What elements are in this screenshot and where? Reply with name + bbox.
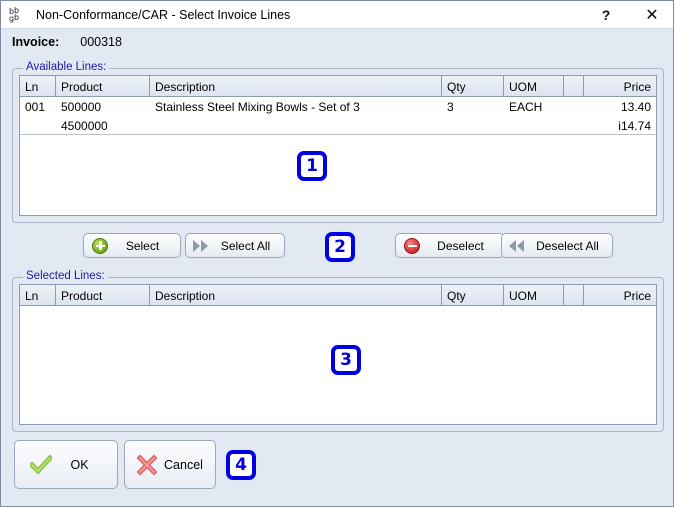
select-button[interactable]: Select [83,233,181,258]
column-header-ln[interactable]: Ln [20,285,56,305]
ok-button-label: OK [70,457,89,472]
annotation-badge-1: 1 [297,151,327,181]
selected-grid-header: Ln Product Description Qty UOM Price [20,285,656,306]
available-lines-grid[interactable]: Ln Product Description Qty UOM Price 001… [19,75,657,216]
select-invoice-lines-dialog: b b g b Non-Conformance/CAR - Select Inv… [0,0,674,507]
column-header-ln[interactable]: Ln [20,76,56,96]
column-header-blank[interactable] [564,76,584,96]
cell-uom: EACH [509,100,543,114]
cell-product: 4500000 [61,118,108,133]
green-plus-circle-icon [91,237,109,255]
window-title: Non-Conformance/CAR - Select Invoice Lin… [36,7,291,22]
cell-product: 500000 [61,100,102,114]
select-all-button-label: Select All [220,238,271,253]
ok-button[interactable]: OK [14,440,118,489]
cell-qty: 3 [447,100,454,114]
cell-description [150,116,442,134]
double-chevron-left-icon [509,237,527,255]
available-lines-group: Available Lines: Ln Product Description … [12,61,664,223]
deselect-button-label: Deselect [437,238,484,253]
invoice-label: Invoice: [12,34,60,49]
title-bar: b b g b Non-Conformance/CAR - Select Inv… [1,1,673,29]
available-grid-header: Ln Product Description Qty UOM Price [20,76,656,97]
cancel-button-label: Cancel [164,457,203,472]
deselect-button[interactable]: Deselect [395,233,505,258]
column-header-description[interactable]: Description [150,285,442,305]
column-header-qty[interactable]: Qty [442,76,504,96]
column-header-description[interactable]: Description [150,76,442,96]
annotation-badge-3: 3 [331,345,361,375]
table-row[interactable]: 4500000 i14.74 [20,116,656,135]
cell-uom [504,116,564,134]
help-button[interactable]: ? [583,1,629,28]
red-x-icon [136,453,158,476]
select-all-button[interactable]: Select All [185,233,285,258]
close-button[interactable]: ✕ [629,1,673,28]
select-button-label: Select [125,238,160,253]
invoice-number-value: 000318 [80,34,122,49]
deselect-all-button-label: Deselect All [536,238,599,253]
cancel-button[interactable]: Cancel [124,440,216,489]
column-header-qty[interactable]: Qty [442,285,504,305]
available-grid-body: 001 500000 Stainless Steel Mixing Bowls … [20,97,656,135]
annotation-badge-2: 2 [325,232,355,262]
cell-ln [20,116,56,134]
double-chevron-right-icon [193,237,211,255]
column-header-price[interactable]: Price [584,285,656,305]
cell-ln: 001 [25,100,46,114]
available-lines-legend: Available Lines: [23,61,110,73]
green-check-icon [28,453,54,476]
column-header-product[interactable]: Product [56,76,150,96]
column-header-blank[interactable] [564,285,584,305]
column-header-uom[interactable]: UOM [504,285,564,305]
cell-description: Stainless Steel Mixing Bowls - Set of 3 [155,100,360,114]
invoice-row: Invoice: 000318 [1,29,673,54]
cell-price: i14.74 [618,118,651,133]
table-row[interactable]: 001 500000 Stainless Steel Mixing Bowls … [20,97,656,116]
red-minus-circle-icon [403,237,421,255]
selected-lines-legend: Selected Lines: [23,270,108,282]
svg-text:b: b [14,13,19,22]
cell-price: 13.40 [620,100,651,114]
deselect-all-button[interactable]: Deselect All [501,233,613,258]
column-header-price[interactable]: Price [584,76,656,96]
cell-blank [564,97,584,116]
column-header-product[interactable]: Product [56,285,150,305]
app-window-icon: b b g b [8,6,30,24]
annotation-badge-4: 4 [226,450,256,480]
column-header-uom[interactable]: UOM [504,76,564,96]
cell-blank [564,116,584,134]
cell-qty [442,116,504,134]
